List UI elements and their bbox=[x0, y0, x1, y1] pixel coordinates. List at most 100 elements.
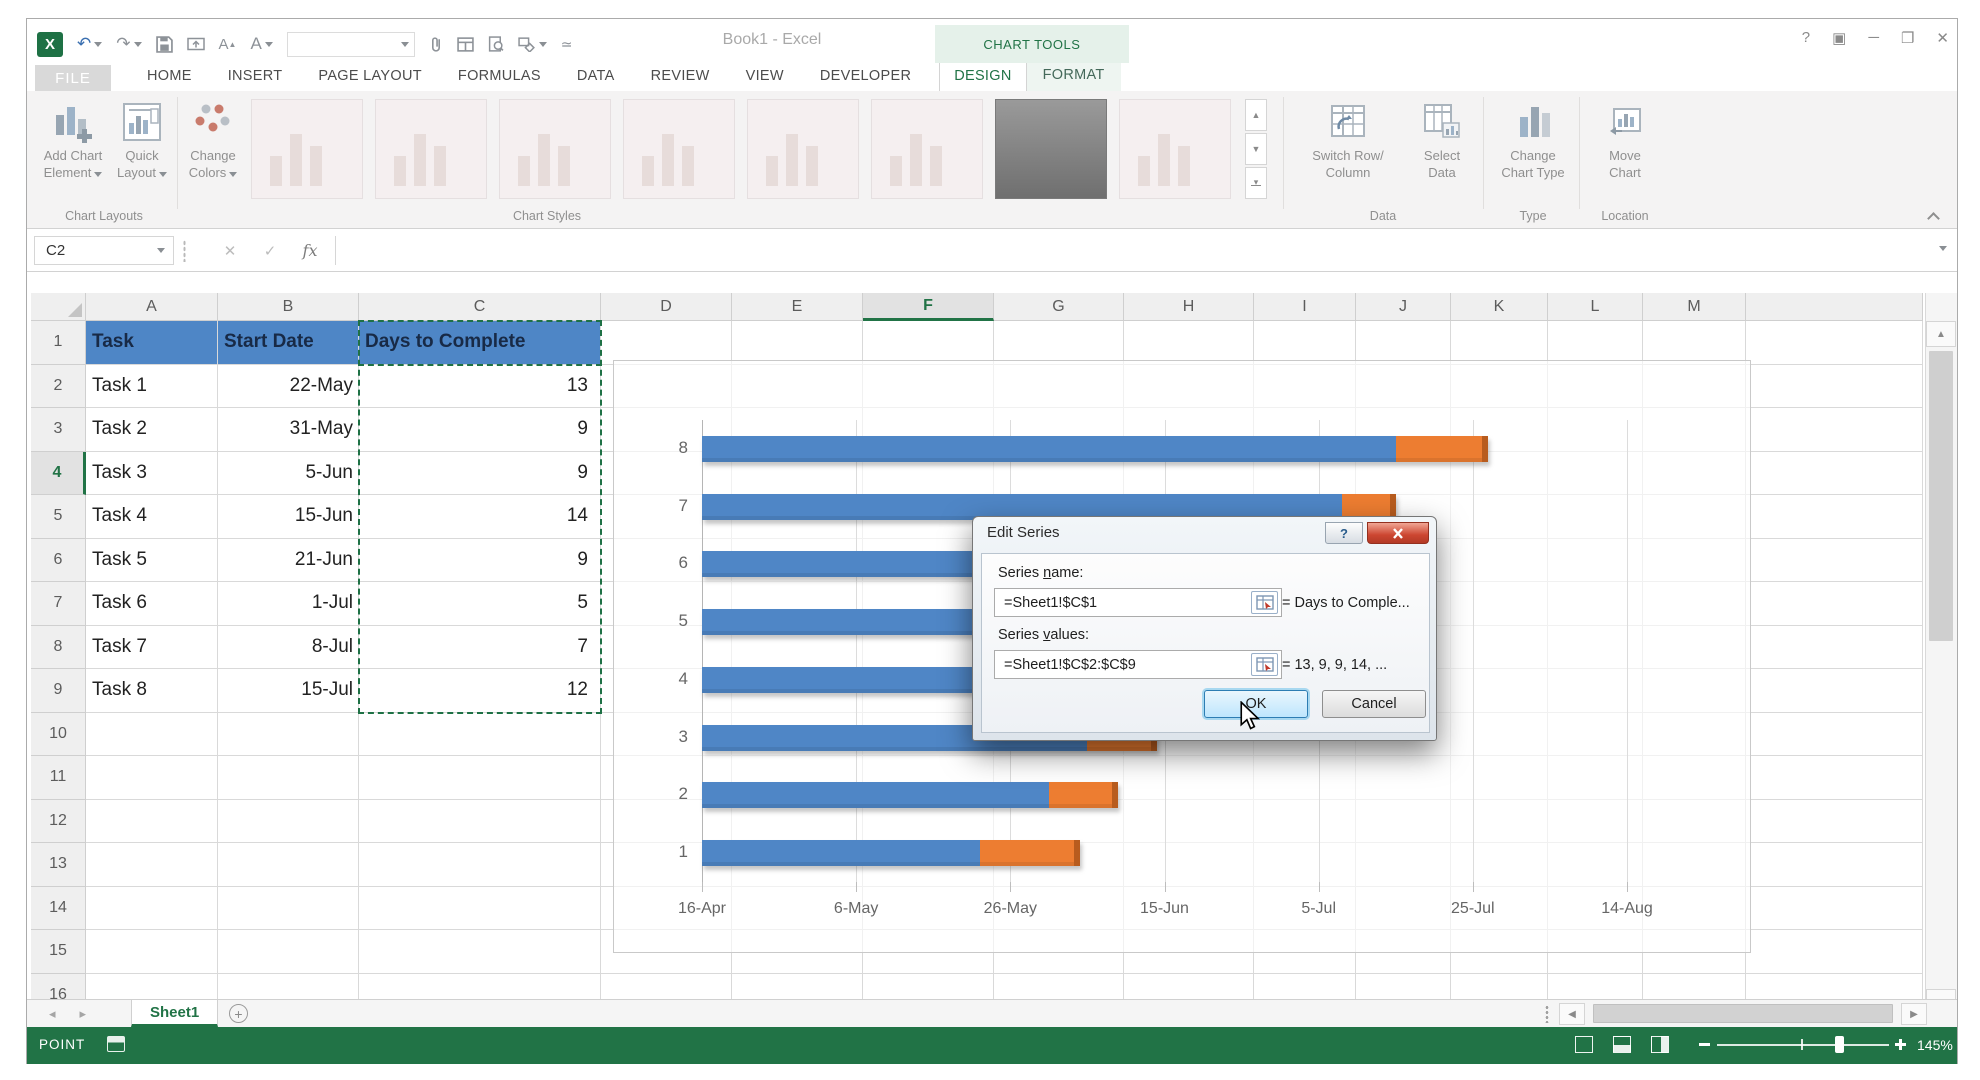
font-size-icon[interactable]: A bbox=[250, 34, 273, 54]
column-header-L[interactable]: L bbox=[1548, 293, 1643, 321]
cell-M16[interactable] bbox=[1643, 973, 1746, 999]
row-header-13[interactable]: 13 bbox=[31, 843, 86, 887]
cell-B6[interactable]: 21-Jun bbox=[218, 538, 359, 582]
chart-style-thumbnail-4[interactable] bbox=[623, 99, 735, 199]
cell-C9[interactable]: 12 bbox=[359, 669, 601, 713]
cell-A8[interactable]: Task 7 bbox=[86, 625, 218, 669]
redo-icon[interactable]: ↷ bbox=[116, 34, 142, 54]
row-header-5[interactable]: 5 bbox=[31, 495, 86, 539]
cell-L16[interactable] bbox=[1548, 973, 1643, 999]
cell-B4[interactable]: 5-Jun bbox=[218, 451, 359, 495]
column-header-C[interactable]: C bbox=[359, 293, 601, 321]
cell-A1[interactable]: Task bbox=[86, 321, 218, 365]
cell-C8[interactable]: 7 bbox=[359, 625, 601, 669]
chart-style-thumbnail-7[interactable] bbox=[995, 99, 1107, 199]
cell-A6[interactable]: Task 5 bbox=[86, 538, 218, 582]
cell-C4[interactable]: 9 bbox=[359, 451, 601, 495]
cell-filler-10[interactable] bbox=[1746, 712, 1923, 756]
page-break-view-icon[interactable] bbox=[1651, 1036, 1669, 1053]
cell-B14[interactable] bbox=[218, 886, 359, 930]
row-header-14[interactable]: 14 bbox=[31, 886, 86, 930]
cell-A16[interactable] bbox=[86, 973, 218, 999]
column-header-D[interactable]: D bbox=[601, 293, 732, 321]
tab-formulas[interactable]: FORMULAS bbox=[458, 63, 541, 91]
cell-J1[interactable] bbox=[1356, 321, 1451, 365]
confirm-entry-icon[interactable]: ✓ bbox=[255, 236, 285, 265]
cell-filler-11[interactable] bbox=[1746, 756, 1923, 800]
chart-style-thumbnail-8[interactable] bbox=[1119, 99, 1231, 199]
cell-F1[interactable] bbox=[863, 321, 994, 365]
expand-formula-bar-icon[interactable] bbox=[1939, 246, 1947, 251]
font-combo-box[interactable] bbox=[286, 31, 415, 57]
minimize-icon[interactable]: ─ bbox=[1868, 29, 1879, 47]
cell-B3[interactable]: 31-May bbox=[218, 408, 359, 452]
row-header-7[interactable]: 7 bbox=[31, 582, 86, 626]
column-header-H[interactable]: H bbox=[1124, 293, 1254, 321]
cell-B8[interactable]: 8-Jul bbox=[218, 625, 359, 669]
cell-C14[interactable] bbox=[359, 886, 601, 930]
cell-E16[interactable] bbox=[732, 973, 863, 999]
cell-C3[interactable]: 9 bbox=[359, 408, 601, 452]
save-icon[interactable] bbox=[155, 35, 173, 53]
cell-B15[interactable] bbox=[218, 930, 359, 974]
cell-F16[interactable] bbox=[863, 973, 994, 999]
hscroll-thumb[interactable] bbox=[1593, 1004, 1893, 1023]
cell-D1[interactable] bbox=[601, 321, 732, 365]
chart-bar-series[interactable] bbox=[702, 435, 1489, 462]
cell-C1[interactable]: Days to Complete bbox=[359, 321, 601, 365]
font-increase-icon[interactable]: A ▲ bbox=[219, 36, 237, 53]
row-header-2[interactable]: 2 bbox=[31, 364, 86, 408]
column-header-B[interactable]: B bbox=[218, 293, 359, 321]
print-preview-icon[interactable] bbox=[488, 35, 504, 53]
row-header-1[interactable]: 1 bbox=[31, 321, 86, 365]
cell-D16[interactable] bbox=[601, 973, 732, 999]
cell-E1[interactable] bbox=[732, 321, 863, 365]
cell-filler-7[interactable] bbox=[1746, 582, 1923, 626]
column-header-G[interactable]: G bbox=[994, 293, 1124, 321]
chart-bar-series[interactable] bbox=[702, 840, 1080, 867]
cell-filler-14[interactable] bbox=[1746, 886, 1923, 930]
cell-B1[interactable]: Start Date bbox=[218, 321, 359, 365]
undo-icon[interactable]: ↶ bbox=[77, 34, 103, 54]
insert-function-icon[interactable]: fx bbox=[295, 236, 325, 265]
row-header-12[interactable]: 12 bbox=[31, 799, 86, 843]
series-name-range-selector-icon[interactable] bbox=[1251, 591, 1278, 614]
cell-C11[interactable] bbox=[359, 756, 601, 800]
cell-C6[interactable]: 9 bbox=[359, 538, 601, 582]
formula-input[interactable] bbox=[343, 236, 1927, 265]
cell-I16[interactable] bbox=[1254, 973, 1356, 999]
tab-review[interactable]: REVIEW bbox=[651, 63, 710, 91]
tab-insert[interactable]: INSERT bbox=[228, 63, 283, 91]
touch-mode-icon[interactable]: ≃ bbox=[561, 36, 573, 53]
dialog-help-button[interactable]: ? bbox=[1325, 522, 1363, 544]
column-header-A[interactable]: A bbox=[86, 293, 218, 321]
vscroll-thumb[interactable] bbox=[1929, 351, 1953, 641]
cell-C2[interactable]: 13 bbox=[359, 364, 601, 408]
series-name-input[interactable]: =Sheet1!$C$1 bbox=[994, 588, 1282, 617]
bar-days-to-complete-segment[interactable] bbox=[979, 840, 1080, 867]
column-header-J[interactable]: J bbox=[1356, 293, 1451, 321]
cell-K1[interactable] bbox=[1451, 321, 1548, 365]
cell-filler-9[interactable] bbox=[1746, 669, 1923, 713]
bar-days-to-complete-segment[interactable] bbox=[1395, 435, 1489, 462]
bar-days-to-complete-segment[interactable] bbox=[1048, 782, 1119, 809]
collapse-ribbon-icon[interactable] bbox=[1929, 211, 1939, 221]
zoom-level[interactable]: 145% bbox=[1917, 1037, 1953, 1053]
cancel-button[interactable]: Cancel bbox=[1322, 690, 1426, 718]
series-values-input[interactable]: =Sheet1!$C$2:$C$9 bbox=[994, 650, 1282, 679]
add-chart-element-button[interactable]: Add Chart Element bbox=[37, 95, 109, 181]
select-data-button[interactable]: Select Data bbox=[1409, 95, 1475, 181]
cell-B9[interactable]: 15-Jul bbox=[218, 669, 359, 713]
chart-style-thumbnail-1[interactable] bbox=[251, 99, 363, 199]
page-layout-view-icon[interactable] bbox=[1613, 1036, 1631, 1053]
cell-A11[interactable] bbox=[86, 756, 218, 800]
cell-filler-12[interactable] bbox=[1746, 799, 1923, 843]
series-values-range-selector-icon[interactable] bbox=[1251, 653, 1278, 676]
column-header-K[interactable]: K bbox=[1451, 293, 1548, 321]
row-header-3[interactable]: 3 bbox=[31, 408, 86, 452]
tab-page-layout[interactable]: PAGE LAYOUT bbox=[318, 63, 421, 91]
cell-H1[interactable] bbox=[1124, 321, 1254, 365]
row-header-4[interactable]: 4 bbox=[31, 451, 86, 495]
row-header-6[interactable]: 6 bbox=[31, 538, 86, 582]
zoom-out-icon[interactable] bbox=[1699, 1043, 1710, 1046]
